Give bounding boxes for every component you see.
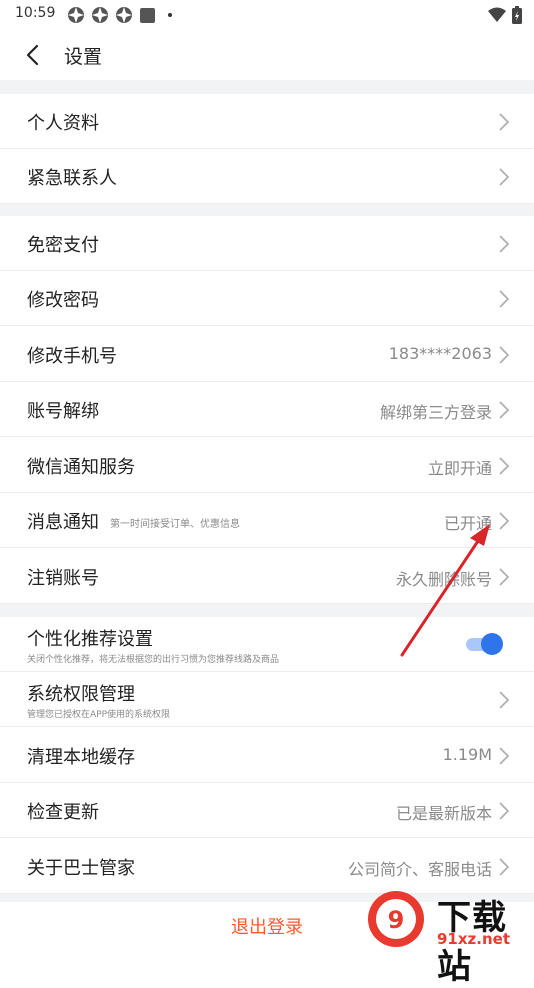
square-notification-icon: [140, 7, 155, 23]
row-label: 个人资料: [27, 113, 99, 134]
row-value: 1.19M: [442, 745, 492, 764]
row-label: 个性化推荐设置: [27, 629, 153, 650]
row-label: 消息通知: [27, 512, 99, 533]
row-value: 永久删除账号: [395, 570, 492, 589]
more-notifications-icon: [168, 13, 172, 17]
row-value: 已开通: [443, 514, 492, 533]
app-notification-icon: [116, 7, 132, 23]
battery-icon: [512, 6, 522, 24]
row-sublabel: 管理您已授权在APP使用的系统权限: [27, 710, 171, 720]
settings-row-change-password[interactable]: 修改密码: [0, 271, 534, 326]
status-time: 10:59: [15, 5, 56, 21]
toggle-knob: [481, 633, 503, 655]
chevron-right-icon: [499, 802, 510, 820]
chevron-right-icon: [499, 568, 510, 586]
settings-row-password-free-payment[interactable]: 免密支付: [0, 216, 534, 271]
chevron-right-icon: [499, 457, 510, 475]
settings-row-delete-account[interactable]: 注销账号 永久删除账号: [0, 549, 534, 604]
row-value: 解绑第三方登录: [379, 403, 492, 422]
settings-row-check-update[interactable]: 检查更新 已是最新版本: [0, 783, 534, 838]
settings-row-wechat-notification[interactable]: 微信通知服务 立即开通: [0, 438, 534, 493]
chevron-right-icon: [499, 235, 510, 253]
row-label: 账号解绑: [27, 401, 99, 422]
settings-row-change-phone[interactable]: 修改手机号 183****2063: [0, 327, 534, 382]
chevron-right-icon: [499, 691, 510, 709]
chevron-right-icon: [499, 858, 510, 876]
chevron-right-icon: [499, 168, 510, 186]
row-label: 检查更新: [27, 802, 99, 823]
group-separator: [0, 80, 534, 94]
settings-row-message-notification[interactable]: 消息通知 第一时间接受订单、优惠信息 已开通: [0, 493, 534, 548]
group-separator: [0, 204, 534, 216]
wifi-icon: [488, 7, 506, 22]
row-value: 183****2063: [388, 344, 492, 363]
watermark-url: 91xz.net: [437, 930, 511, 948]
row-label: 微信通知服务: [27, 457, 135, 478]
row-label: 注销账号: [27, 568, 99, 589]
chevron-right-icon: [499, 346, 510, 364]
header: 设置: [0, 30, 534, 80]
page-title: 设置: [64, 46, 103, 68]
row-value: 已是最新版本: [395, 804, 492, 823]
app-notification-icon: [92, 7, 108, 23]
chevron-right-icon: [499, 113, 510, 131]
notification-icons: [67, 6, 172, 24]
row-label: 关于巴士管家: [27, 858, 135, 879]
watermark: 9 下载站 91xz.net: [365, 888, 534, 987]
chevron-right-icon: [499, 401, 510, 419]
personalized-recommendation-toggle[interactable]: [466, 633, 504, 655]
row-label: 修改手机号: [27, 346, 117, 367]
svg-text:9: 9: [388, 906, 405, 934]
row-label: 系统权限管理: [27, 684, 135, 705]
settings-row-about[interactable]: 关于巴士管家 公司简介、客服电话: [0, 839, 534, 894]
row-value: 公司简介、客服电话: [347, 860, 492, 879]
group-separator: [0, 604, 534, 617]
row-label: 免密支付: [27, 235, 99, 256]
row-label: 修改密码: [27, 290, 99, 311]
system-icons: [488, 6, 522, 24]
settings-row-unbind-account[interactable]: 账号解绑 解绑第三方登录: [0, 382, 534, 437]
row-label: 紧急联系人: [27, 168, 117, 189]
row-sublabel: 关闭个性化推荐，将无法根据您的出行习惯为您推荐线路及商品: [27, 655, 280, 665]
row-sublabel: 第一时间接受订单、优惠信息: [110, 519, 240, 530]
status-bar: 10:59: [0, 0, 534, 30]
settings-row-emergency-contact[interactable]: 紧急联系人: [0, 149, 534, 204]
chevron-right-icon: [499, 290, 510, 308]
app-notification-icon: [68, 7, 84, 23]
chevron-right-icon: [499, 512, 510, 530]
row-label: 清理本地缓存: [27, 747, 135, 768]
watermark-logo-icon: 9: [368, 891, 424, 947]
chevron-right-icon: [499, 747, 510, 765]
row-value: 立即开通: [427, 459, 492, 478]
back-arrow-icon[interactable]: [22, 43, 46, 67]
settings-row-clear-cache[interactable]: 清理本地缓存 1.19M: [0, 728, 534, 783]
settings-row-system-permissions[interactable]: 系统权限管理 管理您已授权在APP使用的系统权限: [0, 672, 534, 727]
settings-row-profile[interactable]: 个人资料: [0, 94, 534, 149]
settings-row-personalized-recommendation: 个性化推荐设置 关闭个性化推荐，将无法根据您的出行习惯为您推荐线路及商品: [0, 617, 534, 672]
